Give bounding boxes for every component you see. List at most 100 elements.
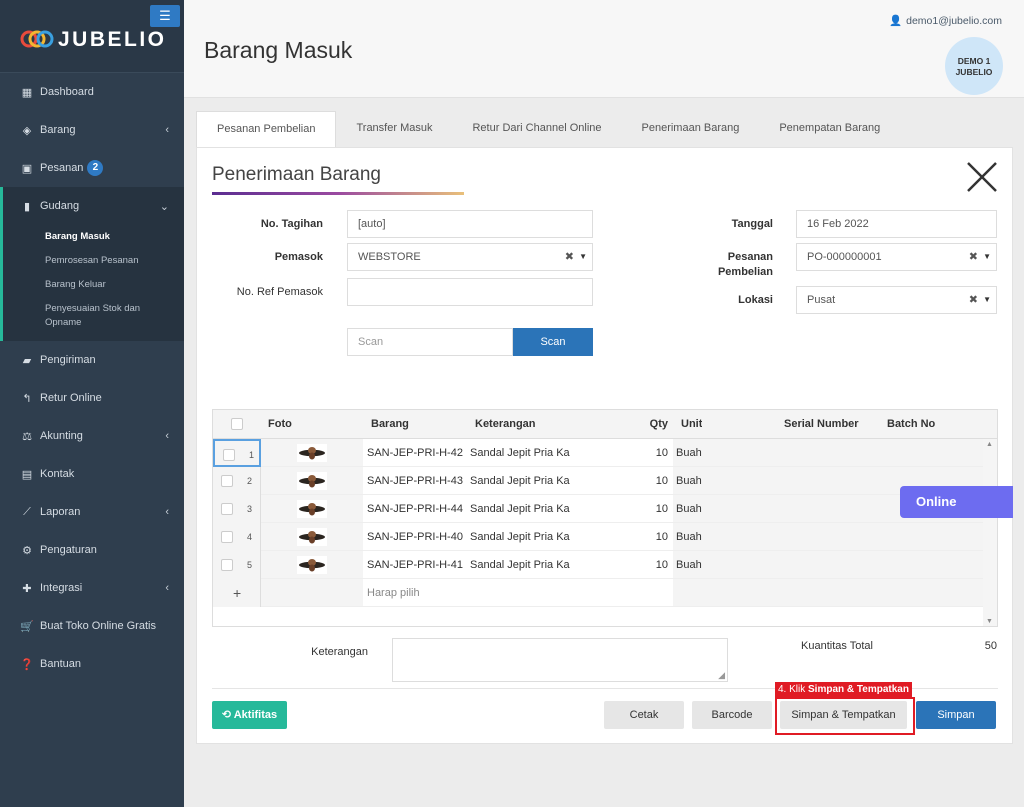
sidebar-subitem-barang-masuk[interactable]: Barang Masuk xyxy=(3,225,184,249)
cetak-button[interactable]: Cetak xyxy=(604,701,684,729)
building-icon: ▮ xyxy=(23,200,31,213)
sidebar-item-kontak[interactable]: ▤ Kontak xyxy=(0,455,184,493)
row-number-cell: 4 xyxy=(213,523,261,551)
sidebar-item-gudang[interactable]: ▮ Gudang ⌄ xyxy=(0,187,184,225)
tab-pesanan-pembelian[interactable]: Pesanan Pembelian xyxy=(196,111,337,148)
pemasok-label: Pemasok xyxy=(274,251,323,263)
product-photo xyxy=(297,444,327,462)
lokasi-select[interactable]: Pusat ✖ ▼ xyxy=(796,286,997,314)
cell-keterangan[interactable]: Sandal Jepit Pria Kas xyxy=(470,467,570,495)
avatar[interactable]: DEMO 1 JUBELIO xyxy=(945,37,1003,95)
clear-icon[interactable]: ✖ xyxy=(565,244,574,270)
ref-pemasok-input[interactable] xyxy=(347,278,593,306)
tab-penerimaan-barang[interactable]: Penerimaan Barang xyxy=(622,111,760,147)
close-icon[interactable] xyxy=(965,160,999,194)
clear-icon[interactable]: ✖ xyxy=(969,287,978,313)
row-checkbox[interactable] xyxy=(221,503,233,515)
cell-keterangan[interactable]: Sandal Jepit Pria Kas xyxy=(470,551,570,579)
table-row[interactable]: 4 SAN-JEP-PRI-H-40 Sandal Jepit Pria Kas 10… xyxy=(213,523,985,551)
cell-barang[interactable]: SAN-JEP-PRI-H-44 xyxy=(367,495,467,523)
sidebar-item-bantuan[interactable]: ❓ Bantuan xyxy=(0,645,184,683)
sidebar-item-label: Kontak xyxy=(40,468,75,480)
aktifitas-button[interactable]: ⟲ Aktifitas xyxy=(212,701,287,729)
table-row[interactable]: 3 SAN-JEP-PRI-H-44 Sandal Jepit Pria Kas 10… xyxy=(213,495,985,523)
puzzle-icon: ✚ xyxy=(22,582,32,595)
chart-area-icon: ▦ xyxy=(21,86,33,99)
sidebar-item-laporan[interactable]: ⟋ Laporan ‹ xyxy=(0,493,184,531)
sidebar-item-pesanan[interactable]: ▣ Pesanan 2 xyxy=(0,149,184,187)
cell-unit: Buah xyxy=(676,559,702,571)
col-unit: Unit xyxy=(681,418,703,430)
table-row[interactable]: 1 SAN-JEP-PRI-H-42 Sandal Jepit Pria Kas 10… xyxy=(213,439,985,467)
pesanan-pembelian-label: Pesanan Pembelian xyxy=(687,250,773,280)
sidebar-item-label: Pesanan xyxy=(40,162,84,174)
cell-barang[interactable]: SAN-JEP-PRI-H-43 xyxy=(367,467,467,495)
chevron-left-icon: ‹ xyxy=(165,430,169,442)
menu-toggle-icon[interactable]: ☰ xyxy=(150,5,180,27)
row-checkbox[interactable] xyxy=(221,559,233,571)
cell-qty[interactable]: 10 xyxy=(573,467,668,495)
scroll-down-icon[interactable]: ▼ xyxy=(986,618,993,625)
table-row[interactable]: 2 SAN-JEP-PRI-H-43 Sandal Jepit Pria Kas 10… xyxy=(213,467,985,495)
sidebar-item-integrasi[interactable]: ✚ Integrasi ‹ xyxy=(0,569,184,607)
barcode-button[interactable]: Barcode xyxy=(692,701,772,729)
cell-barang[interactable]: SAN-JEP-PRI-H-41 xyxy=(367,551,467,579)
add-row[interactable]: + Harap pilih xyxy=(213,579,985,607)
avatar-line1: DEMO 1 xyxy=(957,56,991,66)
tab-transfer-masuk[interactable]: Transfer Masuk xyxy=(336,111,452,147)
row-checkbox[interactable] xyxy=(221,475,233,487)
add-row-placeholder[interactable]: Harap pilih xyxy=(367,579,420,607)
jubelio-logo-icon xyxy=(20,30,54,48)
keterangan-textarea[interactable]: ◢ xyxy=(392,638,728,682)
chevron-down-icon: ⌄ xyxy=(159,200,169,213)
clear-icon[interactable]: ✖ xyxy=(969,244,978,270)
simpan-button[interactable]: Simpan xyxy=(916,701,996,729)
resize-grip-icon[interactable]: ◢ xyxy=(718,670,725,681)
no-tagihan-input[interactable]: [auto] xyxy=(347,210,593,238)
cell-qty[interactable]: 10 xyxy=(573,551,668,579)
scan-button[interactable]: Scan xyxy=(513,328,593,356)
sidebar-item-pengaturan[interactable]: ⚙ Pengaturan xyxy=(0,531,184,569)
scan-input[interactable]: Scan xyxy=(347,328,513,356)
select-all-checkbox[interactable] xyxy=(231,418,243,430)
table-row[interactable]: 5 SAN-JEP-PRI-H-41 Sandal Jepit Pria Kas 10… xyxy=(213,551,985,579)
chevron-left-icon: ‹ xyxy=(165,124,169,136)
sidebar-item-pengiriman[interactable]: ▰ Pengiriman xyxy=(0,341,184,379)
sidebar-item-barang[interactable]: ◈ Barang ‹ xyxy=(0,111,184,149)
lokasi-label: Lokasi xyxy=(738,294,773,306)
user-icon: 👤 xyxy=(889,15,903,27)
col-keterangan: Keterangan xyxy=(475,418,536,430)
cell-qty[interactable]: 10 xyxy=(573,523,668,551)
sidebar-item-label: Barang xyxy=(40,124,76,136)
cell-qty[interactable]: 10 xyxy=(573,495,668,523)
sidebar-item-akunting[interactable]: ⚖ Akunting ‹ xyxy=(0,417,184,455)
sidebar-item-buat-toko[interactable]: 🛒 Buat Toko Online Gratis xyxy=(0,607,184,645)
user-menu[interactable]: 👤 demo1@jubelio.com xyxy=(889,14,1002,27)
cell-keterangan[interactable]: Sandal Jepit Pria Kas xyxy=(470,439,570,467)
sidebar-item-retur-online[interactable]: ↰ Retur Online xyxy=(0,379,184,417)
tanggal-input[interactable]: 16 Feb 2022 xyxy=(796,210,997,238)
pesanan-pembelian-select[interactable]: PO-000000001 ✖ ▼ xyxy=(796,243,997,271)
row-number-cell: 3 xyxy=(213,495,261,523)
sidebar-subitem-pemrosesan-pesanan[interactable]: Pemrosesan Pesanan xyxy=(3,249,184,273)
grid-scrollbar[interactable]: ▲ ▼ xyxy=(983,439,997,626)
cell-barang[interactable]: SAN-JEP-PRI-H-40 xyxy=(367,523,467,551)
tab-penempatan-barang[interactable]: Penempatan Barang xyxy=(759,111,900,147)
sidebar-subitem-barang-keluar[interactable]: Barang Keluar xyxy=(3,273,184,297)
sidebar-item-dashboard[interactable]: ▦ Dashboard xyxy=(0,73,184,111)
col-qty: Qty xyxy=(649,418,668,430)
tab-retur-channel-online[interactable]: Retur Dari Channel Online xyxy=(452,111,621,147)
cell-keterangan[interactable]: Sandal Jepit Pria Kas xyxy=(470,523,570,551)
add-row-icon[interactable]: + xyxy=(233,579,241,607)
row-checkbox[interactable] xyxy=(223,449,235,461)
online-chat-tab[interactable]: Online xyxy=(900,486,1013,518)
user-email: demo1@jubelio.com xyxy=(906,15,1002,27)
sidebar-subitem-penyesuaian-stok[interactable]: Penyesuaian Stok dan Opname xyxy=(3,297,184,335)
scroll-up-icon[interactable]: ▲ xyxy=(986,441,993,448)
cell-barang[interactable]: SAN-JEP-PRI-H-42 xyxy=(367,439,467,467)
row-checkbox[interactable] xyxy=(221,531,233,543)
cell-keterangan[interactable]: Sandal Jepit Pria Kas xyxy=(470,495,570,523)
pemasok-select[interactable]: WEBSTORE ✖ ▼ xyxy=(347,243,593,271)
reply-icon: ↰ xyxy=(22,392,32,405)
cell-qty[interactable]: 10 xyxy=(573,439,668,467)
